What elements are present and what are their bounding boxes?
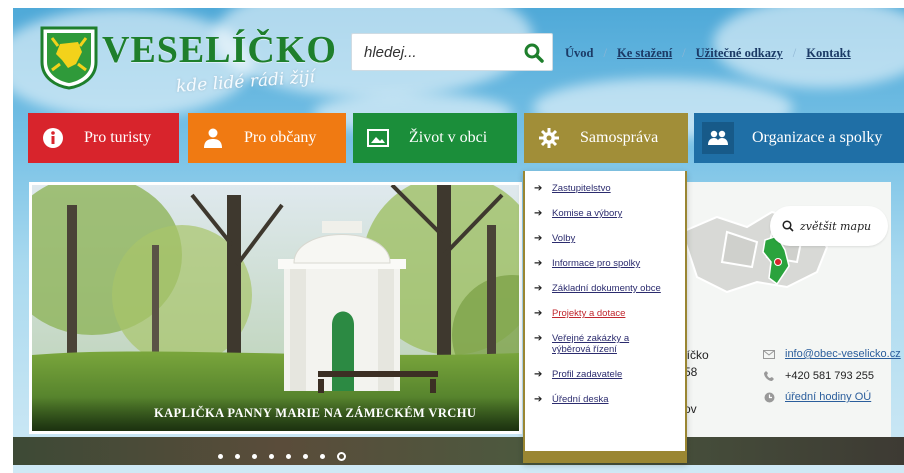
search-input[interactable] xyxy=(352,34,512,70)
map-zoom-button[interactable]: zvětšit mapu xyxy=(770,206,888,246)
top-nav-uvod[interactable]: Úvod xyxy=(565,46,593,61)
footer-photo-strip xyxy=(13,437,904,465)
slider-dot[interactable] xyxy=(320,454,325,459)
group-icon xyxy=(702,122,734,154)
slide-caption: KAPLIČKA PANNY MARIE NA ZÁMECKÉM VRCHU xyxy=(32,397,519,431)
dropdown-item-komise-a-vybory[interactable]: ➔ Komise a výbory xyxy=(525,208,685,219)
dropdown-item-zakladni-dokumenty[interactable]: ➔ Základní dokumenty obce xyxy=(525,283,675,294)
tab-pro-turisty[interactable]: Pro turisty xyxy=(28,113,179,163)
hero-slide[interactable]: KAPLIČKA PANNY MARIE NA ZÁMECKÉM VRCHU xyxy=(29,182,522,434)
tab-samosprava[interactable]: Samospráva xyxy=(524,113,688,163)
top-nav-kontakt[interactable]: Kontakt xyxy=(806,46,850,61)
chapel-photo xyxy=(32,185,519,431)
address-fragment: líčko xyxy=(684,348,709,362)
dropdown-item-projekty-a-dotace[interactable]: ➔ Projekty a dotace xyxy=(525,308,685,319)
slider-dot[interactable] xyxy=(269,454,274,459)
brand-name: VESELÍČKO xyxy=(102,29,337,71)
search-icon[interactable] xyxy=(524,43,544,63)
dropdown-item-zastupitelstvo[interactable]: ➔ Zastupitelstvo xyxy=(525,183,685,194)
slider-dot[interactable] xyxy=(303,454,308,459)
map-zoom-label: zvětšit mapu xyxy=(800,219,872,233)
gear-icon xyxy=(536,125,562,151)
person-icon xyxy=(200,125,226,151)
slider-dots xyxy=(218,452,346,461)
top-nav: Úvod / Ke stažení / Užitečné odkazy / Ko… xyxy=(565,46,851,61)
dropdown-bottom-bar xyxy=(525,451,685,461)
magnifier-icon xyxy=(782,220,794,232)
slide-caption-text: KAPLIČKA PANNY MARIE NA ZÁMECKÉM VRCHU xyxy=(154,406,477,420)
mail-icon xyxy=(763,348,775,360)
coat-of-arms-logo[interactable] xyxy=(38,24,100,90)
phone-icon xyxy=(763,370,775,382)
email-link[interactable]: info@obec-veselicko.cz xyxy=(785,348,901,360)
slider-dot[interactable] xyxy=(252,454,257,459)
picture-icon xyxy=(365,125,391,151)
contact-phone: +420 581 793 255 xyxy=(763,370,874,382)
contact-hours: úřední hodiny OÚ xyxy=(763,391,871,403)
slider-dot[interactable] xyxy=(235,454,240,459)
clock-icon xyxy=(763,391,775,403)
dropdown-list: ➔ Zastupitelstvo ➔ Komise a výbory ➔ Volby … xyxy=(525,171,685,405)
search-box xyxy=(351,33,553,71)
tab-zivot-v-obci[interactable]: Život v obci xyxy=(353,113,517,163)
contact-email: info@obec-veselicko.cz xyxy=(763,348,901,360)
info-icon xyxy=(40,125,66,151)
samosprava-dropdown: ➔ Zastupitelstvo ➔ Komise a výbory ➔ Volby … xyxy=(523,171,687,463)
dropdown-item-profil-zadavatele[interactable]: ➔ Profil zadavatele xyxy=(525,369,685,380)
slider-dot-active[interactable] xyxy=(337,452,346,461)
office-hours-link[interactable]: úřední hodiny OÚ xyxy=(785,391,871,403)
dropdown-item-volby[interactable]: ➔ Volby xyxy=(525,233,685,244)
slider-dot[interactable] xyxy=(286,454,291,459)
top-nav-uzitecne-odkazy[interactable]: Užitečné odkazy xyxy=(696,46,783,61)
dropdown-item-informace-pro-spolky[interactable]: ➔ Informace pro spolky xyxy=(525,258,685,269)
dropdown-item-verejne-zakazky[interactable]: ➔ Veřejné zakázky a výběrová řízení xyxy=(525,333,670,355)
tab-pro-obcany[interactable]: Pro občany xyxy=(188,113,346,163)
phone-number: +420 581 793 255 xyxy=(785,370,875,382)
dropdown-item-uredni-deska[interactable]: ➔ Úřední deska xyxy=(525,394,685,405)
tab-organizace-a-spolky[interactable]: Organizace a spolky xyxy=(694,113,904,163)
main-nav: Pro turisty Pro občany Život v obci Samo… xyxy=(14,113,904,163)
slider-dot[interactable] xyxy=(218,454,223,459)
top-nav-ke-stazeni[interactable]: Ke stažení xyxy=(617,46,672,61)
